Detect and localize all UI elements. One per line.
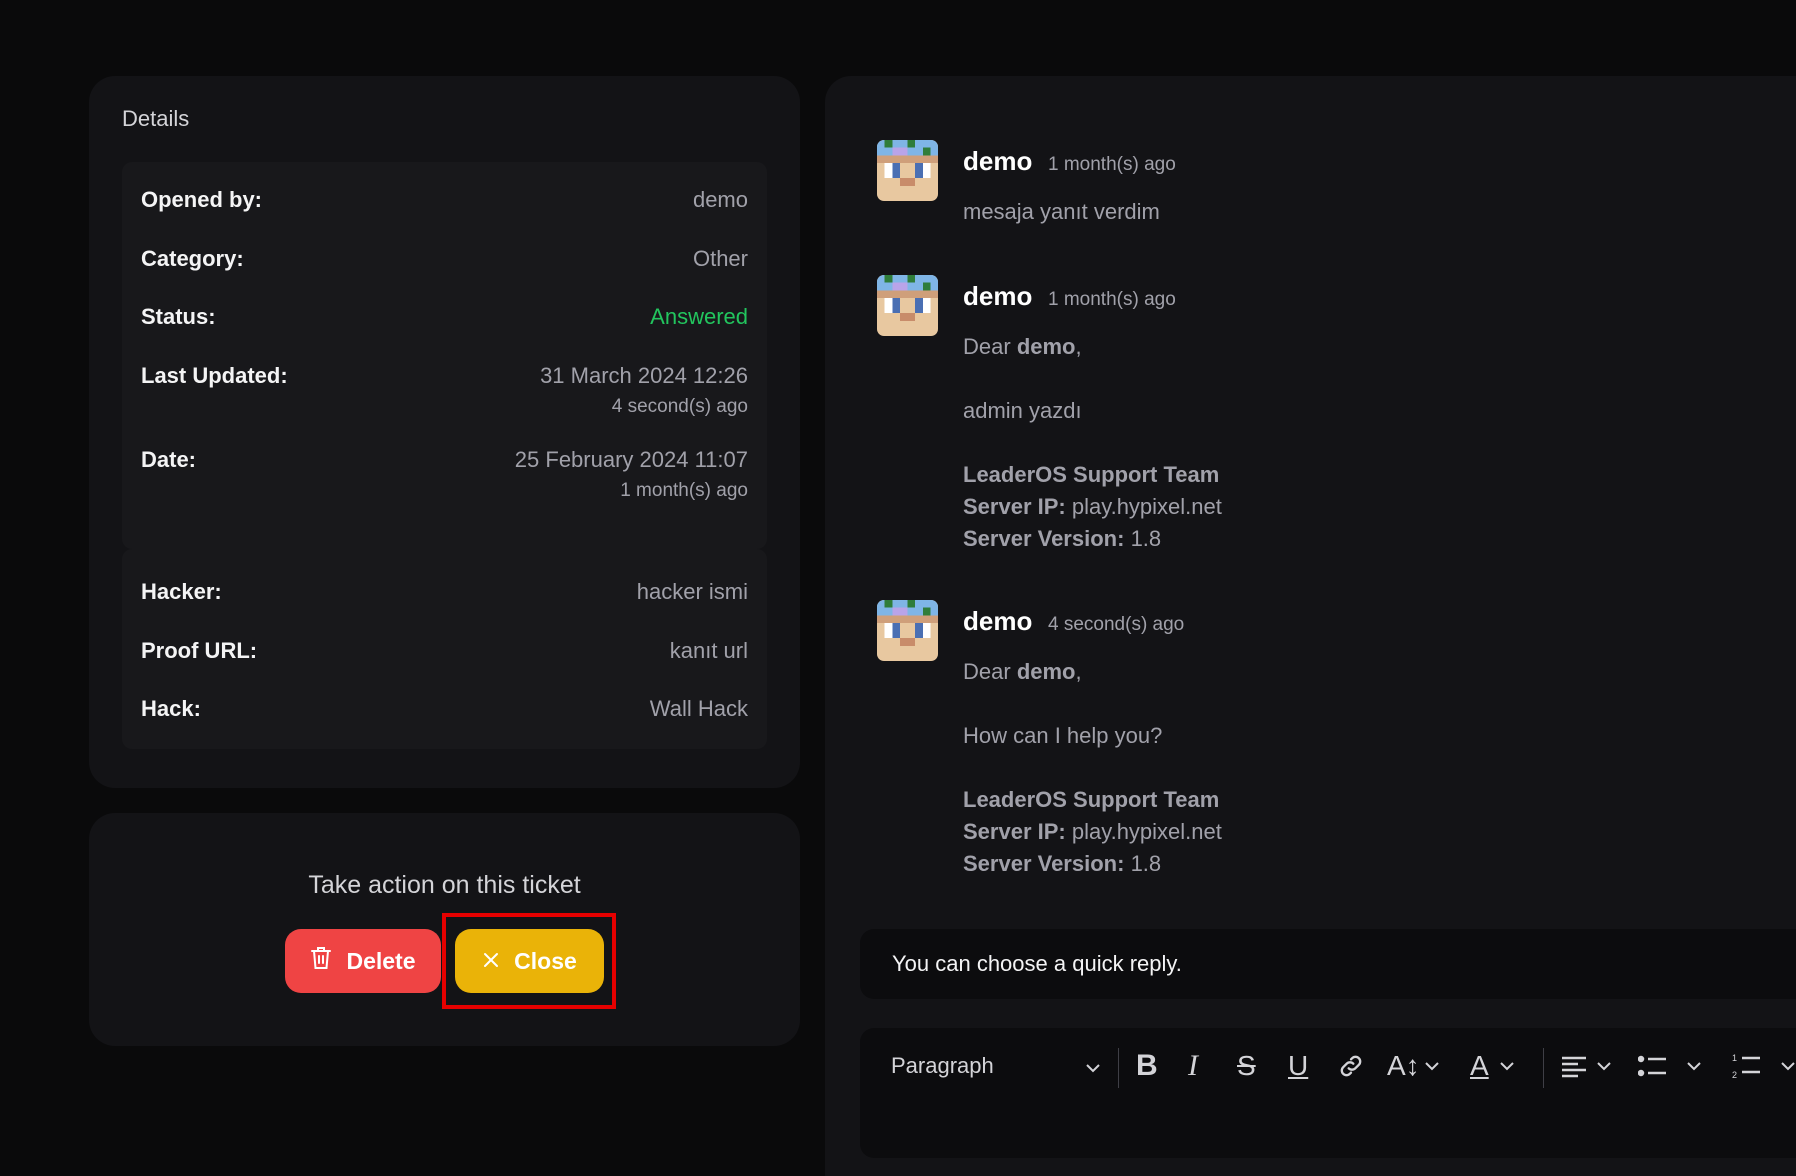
date-label: Date: — [141, 447, 197, 472]
report-info-block: Hacker: hacker ismi Proof URL: kanıt url… — [122, 549, 767, 749]
avatar — [877, 600, 938, 661]
text-color-icon[interactable]: A — [1470, 1048, 1515, 1084]
last-updated-value: 31 March 2024 12:26 — [540, 363, 748, 388]
proof-url-value: kanıt url — [669, 638, 748, 663]
message-author: demo — [963, 146, 1033, 176]
opened-by-value: demo — [692, 187, 748, 212]
quick-reply-select[interactable]: You can choose a quick reply. — [860, 929, 1796, 999]
delete-label: Delete — [346, 947, 416, 974]
hacker-value: hacker ismi — [636, 579, 748, 604]
svg-text:1: 1 — [1732, 1053, 1737, 1063]
editor-toolbar: Paragraph B I S U A↕ A 1 2 — [860, 1028, 1796, 1102]
details-title: Details — [122, 106, 190, 131]
message-time: 1 month(s) ago — [1048, 289, 1176, 310]
last-updated-label: Last Updated: — [141, 363, 288, 388]
status-badge: Answered — [650, 304, 748, 329]
close-ticket-button[interactable]: Close — [455, 929, 604, 993]
category-label: Category: — [141, 246, 244, 271]
strikethrough-icon[interactable]: S — [1237, 1048, 1256, 1084]
messages-panel: demo 1 month(s) ago mesaja yanıt verdim … — [825, 76, 1796, 1176]
message-body: Dear demo, admin yazdı LeaderOS Support … — [963, 334, 1222, 551]
underline-icon[interactable]: U — [1288, 1048, 1308, 1084]
block-format-value: Paragraph — [891, 1053, 994, 1078]
delete-button[interactable]: Delete — [285, 929, 441, 993]
ticket-info-block: Opened by: demo Category: Other Status: … — [122, 162, 767, 549]
ticket-actions-card: Take action on this ticket Delete Close — [89, 813, 800, 1046]
reply-editor[interactable]: Paragraph B I S U A↕ A 1 2 — [860, 1028, 1796, 1158]
block-format-select[interactable]: Paragraph — [891, 1048, 1101, 1084]
status-label: Status: — [141, 304, 216, 329]
numbered-list-icon[interactable]: 12 — [1732, 1048, 1796, 1084]
bold-icon[interactable]: B — [1136, 1048, 1158, 1084]
message-author: demo — [963, 281, 1033, 311]
align-left-icon[interactable] — [1560, 1048, 1612, 1084]
italic-icon[interactable]: I — [1188, 1048, 1198, 1084]
message-time: 4 second(s) ago — [1048, 614, 1185, 635]
opened-by-label: Opened by: — [141, 187, 263, 212]
proof-url-label: Proof URL: — [141, 638, 258, 663]
message-body: mesaja yanıt verdim — [963, 199, 1160, 224]
message-time: 1 month(s) ago — [1048, 154, 1176, 175]
message-body: Dear demo, How can I help you? LeaderOS … — [963, 659, 1222, 876]
message-author: demo — [963, 606, 1033, 636]
hack-label: Hack: — [141, 696, 201, 721]
date-value: 25 February 2024 11:07 — [514, 447, 748, 472]
close-icon — [482, 948, 500, 975]
bullet-list-icon[interactable] — [1638, 1048, 1702, 1084]
trash-icon — [310, 946, 332, 976]
chevron-down-icon — [1085, 1053, 1101, 1079]
avatar — [877, 140, 938, 201]
quick-reply-placeholder: You can choose a quick reply. — [892, 951, 1182, 976]
last-updated-relative: 4 second(s) ago — [611, 396, 748, 417]
svg-text:2: 2 — [1732, 1070, 1737, 1080]
font-size-icon[interactable]: A↕ — [1387, 1048, 1440, 1084]
close-label: Close — [514, 947, 577, 974]
date-relative: 1 month(s) ago — [620, 480, 748, 501]
category-value: Other — [692, 246, 748, 271]
link-icon[interactable] — [1337, 1048, 1365, 1084]
avatar — [877, 275, 938, 336]
hack-value: Wall Hack — [649, 696, 748, 721]
hacker-label: Hacker: — [141, 579, 222, 604]
details-card: Details Opened by: demo Category: Other … — [89, 76, 800, 788]
actions-title: Take action on this ticket — [308, 871, 581, 899]
